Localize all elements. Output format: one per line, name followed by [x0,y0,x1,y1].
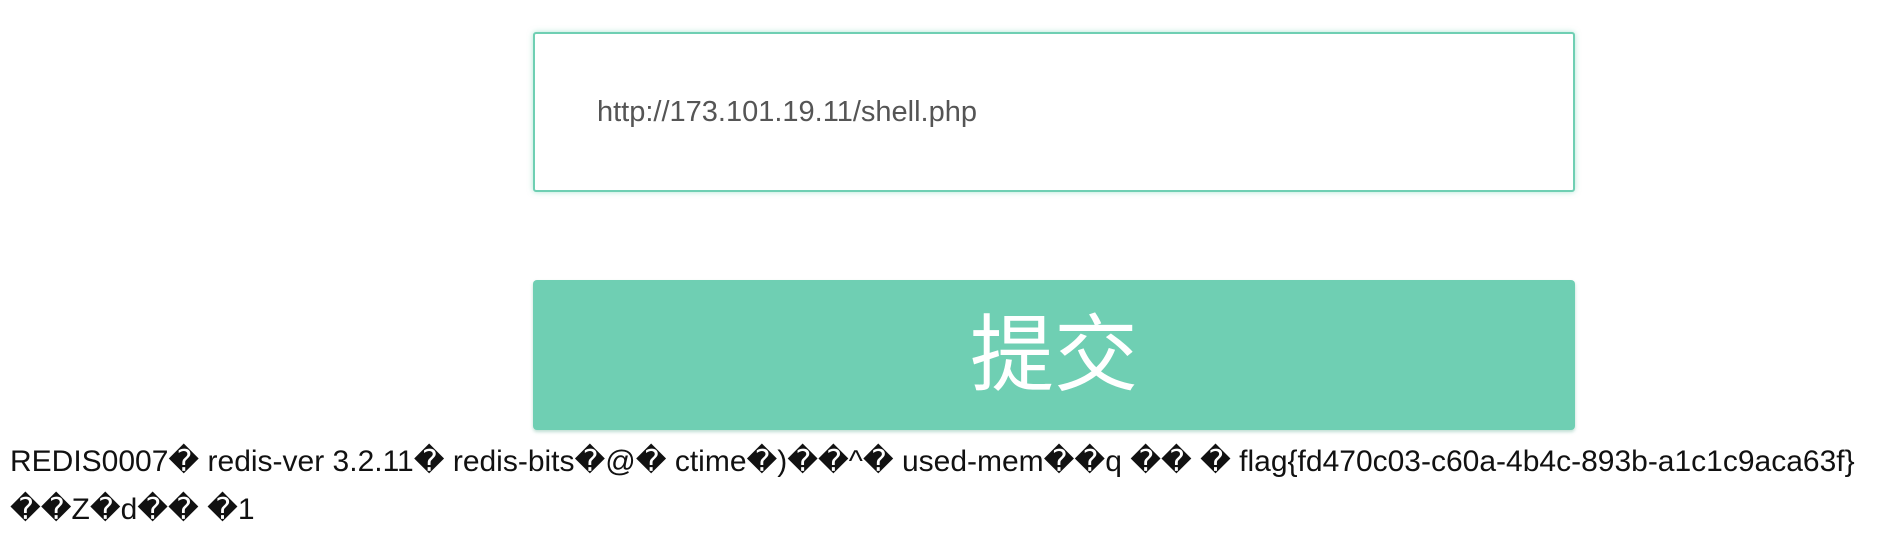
response-output: REDIS0007� redis-ver 3.2.11� redis-bits�… [10,445,1855,526]
submit-button[interactable]: 提交 [533,280,1575,430]
page: 提交 REDIS0007� redis-ver 3.2.11� redis-bi… [0,0,1904,544]
url-input[interactable] [533,32,1575,192]
